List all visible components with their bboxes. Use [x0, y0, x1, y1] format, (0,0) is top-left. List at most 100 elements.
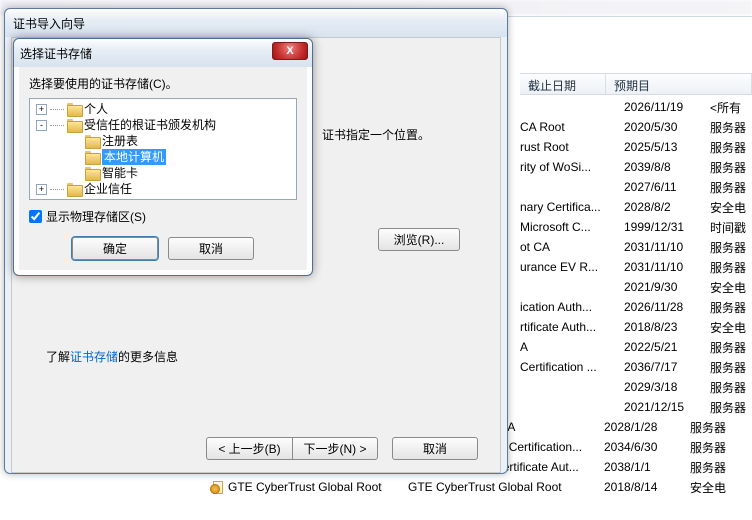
cell-issued: ot CA — [520, 240, 624, 254]
cell-date: 2036/7/17 — [624, 360, 710, 374]
tree-label: 企业信任 — [84, 181, 132, 197]
cell-type: 时间戳 — [710, 219, 752, 236]
list-row[interactable]: 2026/11/19<所有 — [520, 97, 752, 117]
wizard-cancel-button[interactable]: 取消 — [392, 437, 478, 460]
list-row[interactable]: 2021/9/30安全电 — [520, 277, 752, 297]
cell-date: 2018/8/14 — [604, 480, 690, 494]
tree-expander-icon[interactable]: + — [36, 184, 47, 195]
show-physical-label: 显示物理存储区(S) — [46, 208, 146, 225]
cell-type: <所有 — [710, 99, 752, 116]
tree-node[interactable]: + 企业信任 — [32, 181, 294, 197]
cell-type: 安全电 — [710, 319, 752, 336]
cert-store-tree[interactable]: +个人 - 受信任的根证书颁发机构注册表本地计算机智能卡 + 企业信任 — [29, 98, 297, 200]
wizard-title: 证书导入向导 — [13, 15, 85, 32]
list-row[interactable]: GTE CyberTrust Global RootGTE CyberTrust… — [210, 477, 752, 497]
cell-date: 2038/1/1 — [604, 460, 690, 474]
folder-icon — [67, 119, 81, 131]
col-type[interactable]: 预期目 — [606, 74, 752, 94]
cell-date: 2018/8/23 — [624, 320, 710, 334]
dialog-title: 选择证书存储 — [20, 45, 92, 62]
list-row[interactable]: A2022/5/21服务器 — [520, 337, 752, 357]
tree-node[interactable]: 智能卡 — [32, 165, 294, 181]
tree-expander-icon[interactable]: + — [36, 104, 47, 115]
cell-type: 服务器 — [710, 299, 752, 316]
cell-date: 2028/8/2 — [624, 200, 710, 214]
list-row[interactable]: 2027/6/11服务器 — [520, 177, 752, 197]
list-row[interactable]: ot CA2031/11/10服务器 — [520, 237, 752, 257]
cell-date: 2020/5/30 — [624, 120, 710, 134]
cell-type: 安全电 — [710, 279, 752, 296]
ok-button[interactable]: 确定 — [72, 237, 158, 260]
tree-node[interactable]: +个人 — [32, 101, 294, 117]
cell-type: 服务器 — [710, 359, 752, 376]
cell-issued: GTE CyberTrust Global Root — [408, 480, 604, 494]
dialog-cancel-button[interactable]: 取消 — [168, 237, 254, 260]
list-row[interactable]: rust Root2025/5/13服务器 — [520, 137, 752, 157]
cell-type: 服务器 — [690, 459, 744, 476]
cert-store-link[interactable]: 证书存储 — [70, 350, 118, 364]
browse-button[interactable]: 浏览(R)... — [378, 228, 460, 251]
cell-type: 服务器 — [710, 379, 752, 396]
wizard-info: 了解证书存储的更多信息 — [46, 348, 178, 365]
tree-label: 受信任的根证书颁发机构 — [84, 117, 216, 133]
cell-date: 2021/12/15 — [624, 400, 710, 414]
cell-issued: A — [520, 340, 624, 354]
cell-type: 安全电 — [690, 479, 744, 496]
tree-label: 智能卡 — [102, 165, 138, 181]
list-row[interactable]: nary Certifica...2028/8/2安全电 — [520, 197, 752, 217]
dialog-titlebar[interactable]: 选择证书存储 X — [14, 39, 312, 67]
cell-issued: rust Root — [520, 140, 624, 154]
cell-date: 2021/9/30 — [624, 280, 710, 294]
col-expiry[interactable]: 截止日期 — [520, 74, 606, 94]
cell-date: 2029/3/18 — [624, 380, 710, 394]
cell-type: 服务器 — [690, 419, 744, 436]
cell-type: 服务器 — [710, 399, 752, 416]
cell-issued: urance EV R... — [520, 260, 624, 274]
folder-icon — [85, 135, 99, 147]
cell-issued: ication Auth... — [520, 300, 624, 314]
list-row[interactable]: ication Auth...2026/11/28服务器 — [520, 297, 752, 317]
cell-issued: rity of WoSi... — [520, 160, 624, 174]
list-row[interactable]: urance EV R...2031/11/10服务器 — [520, 257, 752, 277]
cell-issued: rtificate Auth... — [520, 320, 624, 334]
list-row[interactable]: rity of WoSi...2039/8/8服务器 — [520, 157, 752, 177]
list-row[interactable]: 2029/3/18服务器 — [520, 377, 752, 397]
folder-icon — [85, 167, 99, 179]
cell-date: 2039/8/8 — [624, 160, 710, 174]
tree-node[interactable]: - 受信任的根证书颁发机构 — [32, 117, 294, 133]
cell-type: 服务器 — [710, 239, 752, 256]
list-row[interactable]: Microsoft C...1999/12/31时间戳 — [520, 217, 752, 237]
dialog-message: 选择要使用的证书存储(C)。 — [29, 75, 297, 92]
cell-type: 安全电 — [710, 199, 752, 216]
next-button[interactable]: 下一步(N) > — [292, 437, 378, 460]
cell-date: 2025/5/13 — [624, 140, 710, 154]
cell-issued: nary Certifica... — [520, 200, 624, 214]
cert-icon — [210, 480, 224, 494]
show-physical-checkbox[interactable] — [29, 210, 42, 223]
cell-issued: Certification ... — [520, 360, 624, 374]
show-physical-row[interactable]: 显示物理存储区(S) — [29, 208, 297, 225]
tree-expander-icon[interactable]: - — [36, 120, 47, 131]
list-row[interactable]: CA Root2020/5/30服务器 — [520, 117, 752, 137]
list-row[interactable]: 2021/12/15服务器 — [520, 397, 752, 417]
cell-date: 2022/5/21 — [624, 340, 710, 354]
cell-type: 服务器 — [710, 339, 752, 356]
cell-date: 2028/1/28 — [604, 420, 690, 434]
list-row[interactable]: rtificate Auth...2018/8/23安全电 — [520, 317, 752, 337]
cell-type: 服务器 — [710, 119, 752, 136]
cell-date: 1999/12/31 — [624, 220, 710, 234]
tree-node[interactable]: 注册表 — [32, 133, 294, 149]
wizard-titlebar[interactable]: 证书导入向导 — [5, 9, 507, 37]
cell-date: 2031/11/10 — [624, 240, 710, 254]
cell-issued: CA Root — [520, 120, 624, 134]
tree-label: 注册表 — [102, 133, 138, 149]
cell-date: 2026/11/19 — [624, 100, 710, 114]
close-button[interactable]: X — [272, 42, 308, 60]
tree-node[interactable]: 本地计算机 — [32, 149, 294, 165]
back-button[interactable]: < 上一步(B) — [206, 437, 292, 460]
folder-icon — [67, 103, 81, 115]
list-row[interactable]: Certification ...2036/7/17服务器 — [520, 357, 752, 377]
cell-type: 服务器 — [710, 139, 752, 156]
cell-date: 2027/6/11 — [624, 180, 710, 194]
cell-type: 服务器 — [710, 179, 752, 196]
